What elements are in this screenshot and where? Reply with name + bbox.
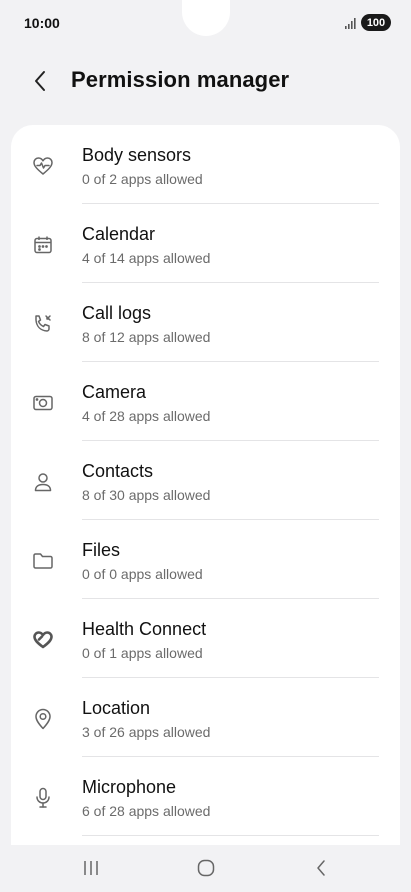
navigation-bar <box>0 845 411 892</box>
call-log-icon <box>30 311 56 337</box>
item-subtitle: 4 of 28 apps allowed <box>82 408 211 424</box>
item-title: Health Connect <box>82 619 207 639</box>
recent-apps-icon <box>84 861 98 875</box>
home-icon <box>197 859 215 877</box>
location-pin-icon <box>30 706 56 732</box>
app-header: Permission manager <box>0 56 411 106</box>
list-item-files[interactable]: Files 0 of 0 apps allowed <box>11 520 400 599</box>
item-title: Call logs <box>82 303 152 323</box>
item-subtitle: 0 of 1 apps allowed <box>82 645 203 661</box>
item-title: Microphone <box>82 777 177 797</box>
back-button[interactable] <box>24 66 56 96</box>
list-item-health-connect[interactable]: Health Connect 0 of 1 apps allowed <box>11 599 400 678</box>
item-title: Calendar <box>82 224 156 244</box>
back-chevron-icon <box>317 860 325 876</box>
calendar-icon <box>30 232 56 258</box>
permission-list: Body sensors 0 of 2 apps allowed Calenda… <box>11 125 400 845</box>
status-time: 10:00 <box>24 15 60 31</box>
page-title: Permission manager <box>71 67 290 92</box>
person-icon <box>30 469 56 495</box>
recent-apps-button[interactable] <box>71 853 111 883</box>
list-item-location[interactable]: Location 3 of 26 apps allowed <box>11 678 400 757</box>
list-item-camera[interactable]: Camera 4 of 28 apps allowed <box>11 362 400 441</box>
item-title: Contacts <box>82 461 154 481</box>
list-item-calendar[interactable]: Calendar 4 of 14 apps allowed <box>11 204 400 283</box>
item-subtitle: 0 of 2 apps allowed <box>82 171 203 187</box>
health-connect-icon <box>30 627 56 653</box>
item-title: Location <box>82 698 151 718</box>
list-item-call-logs[interactable]: Call logs 8 of 12 apps allowed <box>11 283 400 362</box>
signal-icon <box>345 18 356 29</box>
status-bar: 10:00 100 <box>0 0 411 46</box>
item-subtitle: 6 of 28 apps allowed <box>82 803 211 819</box>
list-item-microphone[interactable]: Microphone 6 of 28 apps allowed <box>11 757 400 836</box>
item-subtitle: 3 of 26 apps allowed <box>82 724 211 740</box>
heart-pulse-icon <box>30 153 56 179</box>
item-title: Camera <box>82 382 147 402</box>
battery-badge: 100 <box>361 14 391 31</box>
home-button[interactable] <box>186 853 226 883</box>
divider <box>82 835 379 836</box>
microphone-icon <box>30 785 56 811</box>
camera-icon <box>30 390 56 416</box>
list-item-contacts[interactable]: Contacts 8 of 30 apps allowed <box>11 441 400 520</box>
back-nav-button[interactable] <box>301 853 341 883</box>
item-subtitle: 8 of 30 apps allowed <box>82 487 211 503</box>
item-subtitle: 4 of 14 apps allowed <box>82 250 211 266</box>
back-arrow-icon <box>35 71 45 91</box>
camera-notch <box>182 0 230 36</box>
list-item-body-sensors[interactable]: Body sensors 0 of 2 apps allowed <box>11 125 400 204</box>
folder-icon <box>30 548 56 574</box>
item-subtitle: 0 of 0 apps allowed <box>82 566 203 582</box>
item-title: Body sensors <box>82 145 192 165</box>
item-subtitle: 8 of 12 apps allowed <box>82 329 211 345</box>
item-title: Files <box>82 540 121 560</box>
